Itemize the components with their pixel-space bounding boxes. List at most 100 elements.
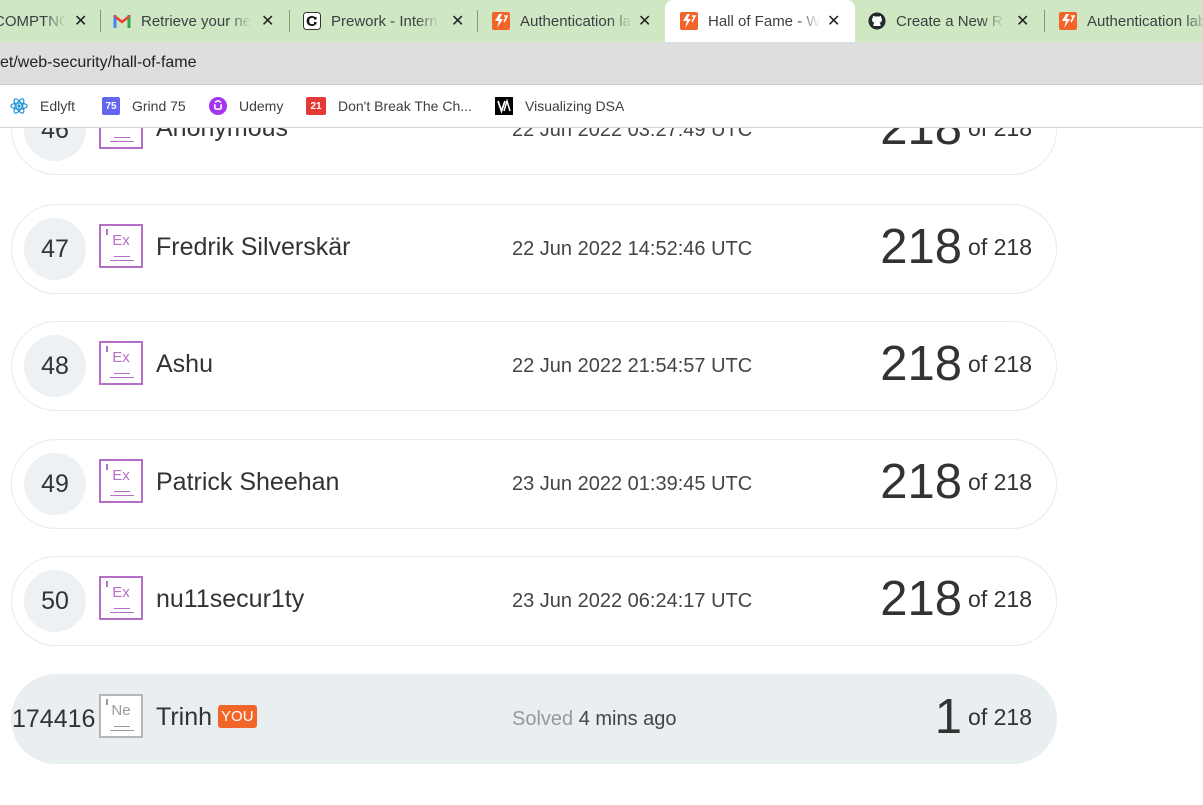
codepath-icon: C — [303, 12, 321, 30]
tab-github-new-repo[interactable]: Create a New Repository ✕ — [868, 0, 1034, 42]
leaderboard-row: 46 Ex Anonymous 22 Jun 2022 03:27:49 UTC… — [11, 128, 1057, 175]
react-icon — [10, 97, 28, 115]
score: 218of 218 — [880, 571, 1032, 627]
leaderboard-row: 48 Ex Ashu 22 Jun 2022 21:54:57 UTC 218 o… — [11, 321, 1057, 411]
leaderboard-row: 47 Ex Fredrik Silverskär 22 Jun 2022 14:… — [11, 204, 1057, 294]
tab-title: Prework - Intermediate — [331, 12, 439, 30]
bookmark-label: Grind 75 — [132, 98, 186, 114]
score-value: 218 — [880, 572, 963, 626]
level-badge-text: Ex — [112, 467, 130, 484]
completion-time: 22 Jun 2022 14:52:46 UTC — [512, 238, 753, 260]
bookmarks-bar: Edlyft 75 Grind 75 Udemy 21 Don't Break … — [0, 85, 1203, 128]
score-total: of 218 — [968, 585, 1032, 612]
tab-prework[interactable]: C Prework - Intermediate ✕ — [303, 0, 477, 42]
bookmark-label: Edlyft — [40, 98, 76, 114]
expert-level-icon: Ex — [99, 576, 143, 620]
level-badge-text: Ne — [111, 702, 131, 719]
tab-comptng[interactable]: COMPTNG ✕ — [0, 0, 94, 42]
score: 218of 218 — [880, 128, 1032, 156]
solved-label: Solved — [512, 708, 574, 730]
leaderboard-row: 50 Ex nu11secur1ty 23 Jun 2022 06:24:17 … — [11, 556, 1057, 646]
close-icon[interactable]: ✕ — [74, 11, 87, 31]
rank-number: 50 — [24, 570, 86, 632]
tab-separator — [100, 10, 101, 32]
address-bar[interactable]: et/web-security/hall-of-fame — [0, 42, 1203, 85]
player-name[interactable]: Patrick Sheehan — [156, 468, 339, 497]
score-total: of 218 — [968, 233, 1032, 260]
tab-title: COMPTNG — [0, 12, 66, 30]
expert-level-icon: Ex — [99, 341, 143, 385]
expert-level-icon: Ex — [99, 128, 143, 149]
bookmark-visualizing-dsa[interactable]: Visualizing DSA — [495, 85, 624, 127]
score: 1 of 218 — [935, 689, 1032, 745]
github-icon — [868, 12, 886, 30]
rank-number: 49 — [24, 453, 86, 515]
novice-level-icon: Ne — [99, 694, 143, 738]
tab-title: Create a New Repository — [896, 12, 1004, 30]
completion-time: 23 Jun 2022 06:24:17 UTC — [512, 590, 753, 612]
grind75-icon: 75 — [102, 97, 120, 115]
current-user-name[interactable]: Trinh — [156, 703, 212, 731]
rank-number: 47 — [24, 218, 86, 280]
close-icon[interactable]: ✕ — [827, 11, 840, 31]
tab-authentication-lab[interactable]: Authentication lab ✕ — [492, 0, 664, 42]
tab-separator — [1044, 10, 1045, 32]
hall-of-fame-content: 46 Ex Anonymous 22 Jun 2022 03:27:49 UTC… — [0, 128, 1203, 805]
rank-number: 48 — [24, 335, 86, 397]
score-total: of 218 — [968, 350, 1032, 377]
solved-status: Solved 4 mins ago — [512, 708, 677, 731]
tab-separator — [477, 10, 478, 32]
score: 218of 218 — [880, 454, 1032, 510]
rank-number: 46 — [24, 128, 86, 161]
gmail-icon — [113, 12, 131, 30]
tab-title: Retrieve your new — [141, 12, 251, 30]
score: 218of 218 — [880, 219, 1032, 275]
tab-title: Authentication lab — [1087, 12, 1203, 30]
tab-separator — [289, 10, 290, 32]
bookmark-edlyft[interactable]: Edlyft — [10, 85, 75, 127]
bookmark-udemy[interactable]: Udemy — [209, 85, 283, 127]
tab-title: Hall of Fame - Web — [708, 12, 820, 30]
solved-ago: 4 mins ago — [578, 708, 677, 730]
score-total: of 218 — [968, 468, 1032, 495]
portswigger-icon — [492, 12, 510, 30]
expert-level-icon: Ex — [99, 459, 143, 503]
tab-gmail[interactable]: Retrieve your new ✕ — [113, 0, 289, 42]
player-name[interactable]: Fredrik Silverskär — [156, 233, 350, 262]
close-icon[interactable]: ✕ — [638, 11, 651, 31]
level-badge-text: Ex — [112, 584, 130, 601]
score-value: 218 — [880, 220, 963, 274]
completion-time: 22 Jun 2022 03:27:49 UTC — [512, 128, 753, 141]
browser-tab-strip: COMPTNG ✕ Retrieve your new ✕ C Prework … — [0, 0, 1203, 42]
level-badge-text: Ex — [101, 128, 141, 130]
score-total: of 218 — [968, 128, 1032, 141]
player-name: Trinh YOU — [156, 703, 257, 732]
bookmark-label: Udemy — [239, 98, 284, 114]
bookmark-label: Visualizing DSA — [525, 98, 625, 114]
tab-hall-of-fame[interactable]: Hall of Fame - Web ✕ — [665, 0, 855, 42]
tab-authentication-lab-2[interactable]: Authentication lab — [1059, 0, 1203, 42]
score-value: 218 — [880, 337, 963, 391]
portswigger-icon — [1059, 12, 1077, 30]
bookmark-dont-break-the-chain[interactable]: 21 Don't Break The Ch... — [306, 85, 472, 127]
player-name[interactable]: Anonymous — [156, 128, 288, 143]
level-badge-text: Ex — [112, 232, 130, 249]
close-icon[interactable]: ✕ — [1016, 11, 1029, 31]
rank-number: 174416 — [12, 704, 96, 733]
bookmark-label: Don't Break The Ch... — [338, 98, 472, 114]
expert-level-icon: Ex — [99, 224, 143, 268]
close-icon[interactable]: ✕ — [451, 11, 464, 31]
completion-time: 22 Jun 2022 21:54:57 UTC — [512, 355, 753, 377]
url-text[interactable]: et/web-security/hall-of-fame — [0, 42, 197, 84]
score: 218of 218 — [880, 336, 1032, 392]
bookmark-grind75[interactable]: 75 Grind 75 — [102, 85, 186, 127]
close-icon[interactable]: ✕ — [261, 11, 274, 31]
player-name[interactable]: Ashu — [156, 350, 213, 379]
score-value: 218 — [880, 455, 963, 509]
player-name[interactable]: nu11secur1ty — [156, 585, 304, 614]
tab-title: Authentication lab — [520, 12, 632, 30]
portswigger-icon — [680, 12, 698, 30]
leaderboard-row: 49 Ex Patrick Sheehan 23 Jun 2022 01:39:… — [11, 439, 1057, 529]
current-user-row: 174416 Ne Trinh YOU Solved 4 mins ago 1 of… — [11, 674, 1057, 764]
visualgo-icon — [495, 97, 513, 115]
